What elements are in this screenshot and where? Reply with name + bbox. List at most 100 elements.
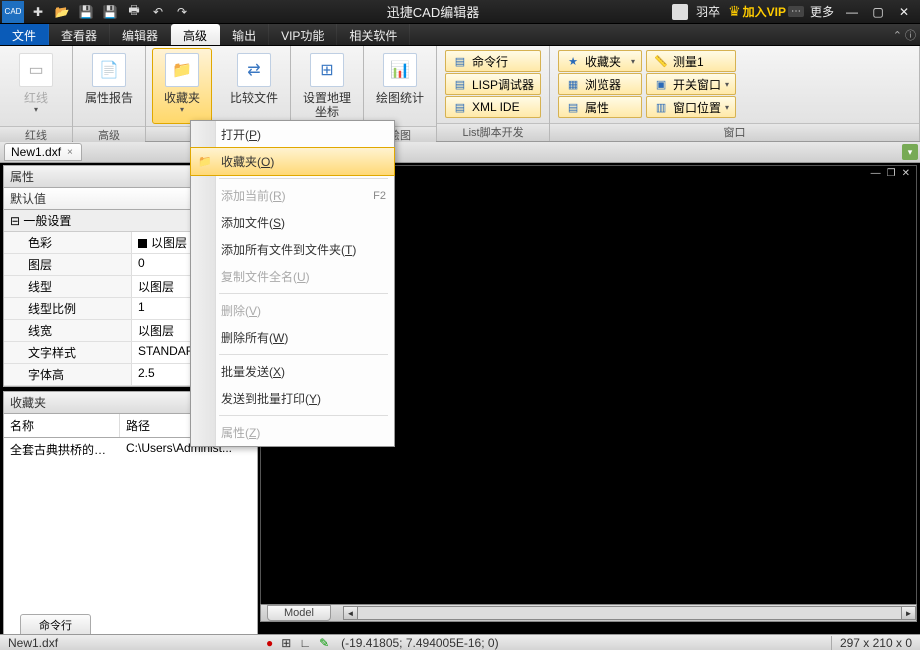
saveas-icon[interactable]: 💾 [98, 1, 122, 23]
menu-item[interactable]: 删除所有(W) [191, 324, 394, 351]
crown-icon: ♛ [728, 3, 741, 20]
terminal-icon: ▤ [452, 53, 468, 69]
props-button[interactable]: ▤属性 [558, 96, 642, 118]
folder-star-icon: 📁 [165, 53, 199, 87]
app-icon[interactable]: CAD [2, 1, 24, 23]
group-label: List脚本开发 [437, 123, 549, 141]
app-title: 迅捷CAD编辑器 [194, 2, 672, 21]
grid-icon[interactable]: ⊞ [281, 636, 291, 650]
menu-separator [219, 293, 388, 294]
scroll-right-icon[interactable]: ► [901, 606, 916, 620]
more-label[interactable]: 更多 [806, 3, 838, 20]
menu-separator [219, 354, 388, 355]
undo-icon[interactable]: ↶ [146, 1, 170, 23]
group-label: 高级 [73, 126, 145, 143]
geo-button[interactable]: ⊞设置地理坐标 [297, 48, 357, 124]
commandline-tab[interactable]: 命令行 [20, 614, 91, 636]
menu-item[interactable]: 📁收藏夹(O) [190, 147, 395, 176]
menu-item: 删除(V) [191, 297, 394, 324]
document-tab[interactable]: New1.dxf × [4, 143, 82, 161]
report-icon: 📄 [92, 53, 126, 87]
menu-item: 属性(Z) [191, 419, 394, 446]
star-icon: ★ [565, 53, 581, 69]
close-button[interactable]: ✕ [892, 2, 916, 22]
favorites-button[interactable]: 📁收藏夹▾ [152, 48, 212, 124]
status-dims: 297 x 210 x 0 [831, 636, 920, 650]
fav-panel-button[interactable]: ★收藏夹▾ [558, 50, 642, 72]
open-icon[interactable]: 📂 [50, 1, 74, 23]
xml-icon: ▤ [452, 99, 468, 115]
horizontal-scrollbar[interactable]: ◄ ► [343, 605, 916, 621]
menu-bar: 文件 查看器 编辑器 高级 输出 VIP功能 相关软件 ⌃ ⓘ [0, 24, 920, 46]
compare-icon: ⇄ [237, 53, 271, 87]
user-avatar-icon[interactable] [672, 4, 688, 20]
maximize-button[interactable]: ▢ [866, 2, 890, 22]
model-tab[interactable]: Model [267, 605, 331, 621]
fav-col-path[interactable]: 路径 [120, 414, 156, 437]
ribbon-group-window: ★收藏夹▾ ▦浏览器 ▤属性 📏测量1 ▣开关窗口▾ ▥窗口位置▾ 窗口 [550, 46, 920, 141]
status-tools: ● ⊞ ∟ ✎ [260, 636, 335, 650]
cmdline-button[interactable]: ▤命令行 [445, 50, 541, 72]
chevron-down-icon: ▾ [725, 80, 729, 89]
menu-advanced[interactable]: 高级 [171, 24, 220, 45]
globe-icon: ⊞ [310, 53, 344, 87]
favorites-dropdown: 打开(P)📁收藏夹(O) 添加当前(R)F2添加文件(S)添加所有文件到文件夹(T… [190, 120, 395, 447]
stats-icon: 📊 [383, 53, 417, 87]
vip-button[interactable]: 加入VIP [743, 3, 786, 20]
menu-vip[interactable]: VIP功能 [269, 24, 337, 45]
canvas-close-icon[interactable]: ✕ [900, 168, 912, 179]
menu-viewer[interactable]: 查看器 [49, 24, 110, 45]
canvas-window-controls: — ❐ ✕ [869, 168, 912, 179]
window-pos-button[interactable]: ▥窗口位置▾ [646, 96, 736, 118]
canvas-min-icon[interactable]: — [869, 168, 883, 179]
menu-item[interactable]: 批量发送(X) [191, 358, 394, 385]
measure-button[interactable]: 📏测量1 [646, 50, 736, 72]
minimize-button[interactable]: — [840, 2, 864, 22]
scroll-left-icon[interactable]: ◄ [343, 606, 358, 620]
record-icon[interactable]: ● [266, 636, 273, 650]
snap-icon[interactable]: ✎ [319, 636, 329, 650]
redline-icon: ▭ [19, 53, 53, 87]
user-name[interactable]: 羽卒 [690, 3, 726, 20]
browser-icon: ▦ [565, 76, 581, 92]
title-bar: CAD ✚ 📂 💾 💾 🖶 ↶ ↷ 迅捷CAD编辑器 羽卒 ♛ 加入VIP ⋯ … [0, 0, 920, 24]
menu-editor[interactable]: 编辑器 [110, 24, 171, 45]
xml-ide-button[interactable]: ▤XML IDE [445, 96, 541, 118]
folder-icon: 📁 [197, 154, 213, 170]
redline-button[interactable]: ▭红线▾ [6, 48, 66, 124]
draw-stats-button[interactable]: 📊绘图统计 [370, 48, 430, 124]
menu-related[interactable]: 相关软件 [337, 24, 410, 45]
color-swatch-icon [138, 239, 147, 248]
menu-item[interactable]: 发送到批量打印(Y) [191, 385, 394, 412]
toggle-window-button[interactable]: ▣开关窗口▾ [646, 73, 736, 95]
menu-item[interactable]: 添加所有文件到文件夹(T) [191, 236, 394, 263]
chevron-down-icon: ▾ [725, 103, 729, 112]
more-icon[interactable]: ⋯ [788, 6, 804, 17]
close-tab-icon[interactable]: × [65, 147, 75, 158]
menu-item[interactable]: 打开(P) [191, 121, 394, 148]
canvas-restore-icon[interactable]: ❐ [885, 168, 898, 179]
ribbon-collapse-icon[interactable]: ⌃ ⓘ [893, 27, 916, 43]
props-icon: ▤ [565, 99, 581, 115]
menu-separator [219, 178, 388, 179]
ribbon-group-lisp: ▤命令行 ▤LISP调试器 ▤XML IDE List脚本开发 [437, 46, 550, 141]
print-icon[interactable]: 🖶 [122, 1, 146, 23]
new-icon[interactable]: ✚ [26, 1, 50, 23]
fav-col-name[interactable]: 名称 [4, 414, 120, 437]
prop-report-button[interactable]: 📄属性报告 [79, 48, 139, 124]
compare-button[interactable]: ⇄比较文件 [224, 48, 284, 124]
menu-file[interactable]: 文件 [0, 24, 49, 45]
save-icon[interactable]: 💾 [74, 1, 98, 23]
browser-button[interactable]: ▦浏览器 [558, 73, 642, 95]
menu-item: 添加当前(R)F2 [191, 182, 394, 209]
ortho-icon[interactable]: ∟ [299, 636, 311, 650]
expand-tabs-icon[interactable]: ▾ [902, 144, 918, 160]
ribbon: ▭红线▾ 红线 📄属性报告 高级 📁收藏夹▾ ⇄比较文件 ⊞设置地理坐标 地理坐… [0, 46, 920, 142]
redo-icon[interactable]: ↷ [170, 1, 194, 23]
menu-item[interactable]: 添加文件(S) [191, 209, 394, 236]
lisp-debug-button[interactable]: ▤LISP调试器 [445, 73, 541, 95]
group-label: 红线 [0, 126, 72, 143]
scroll-track[interactable] [358, 606, 901, 620]
model-tabs-row: Model ◄ ► [260, 604, 917, 622]
menu-output[interactable]: 输出 [220, 24, 269, 45]
